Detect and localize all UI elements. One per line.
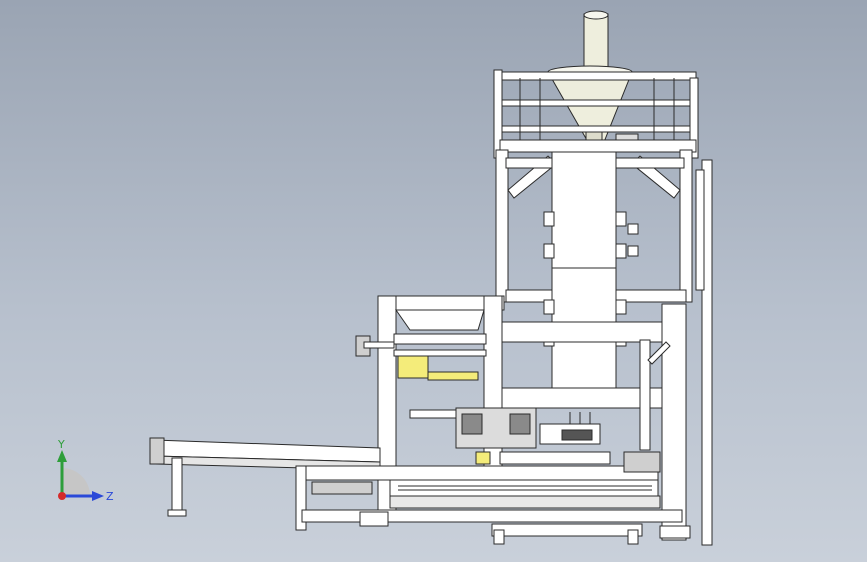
- y-axis-label: Y: [57, 438, 65, 451]
- cad-viewport[interactable]: Y Z: [0, 0, 867, 562]
- base-frame: [295, 451, 691, 545]
- coordinate-triad: Y Z: [57, 438, 114, 503]
- triad-quadrant-shade: [62, 468, 90, 496]
- y-axis-arrowhead: [57, 450, 67, 462]
- x-axis-dot: [58, 492, 66, 500]
- machine-3d-model[interactable]: [0, 0, 867, 562]
- central-column: [543, 151, 639, 389]
- z-axis-arrowhead: [92, 491, 104, 501]
- clamp-unit: [409, 407, 601, 449]
- z-axis-label: Z: [106, 490, 114, 503]
